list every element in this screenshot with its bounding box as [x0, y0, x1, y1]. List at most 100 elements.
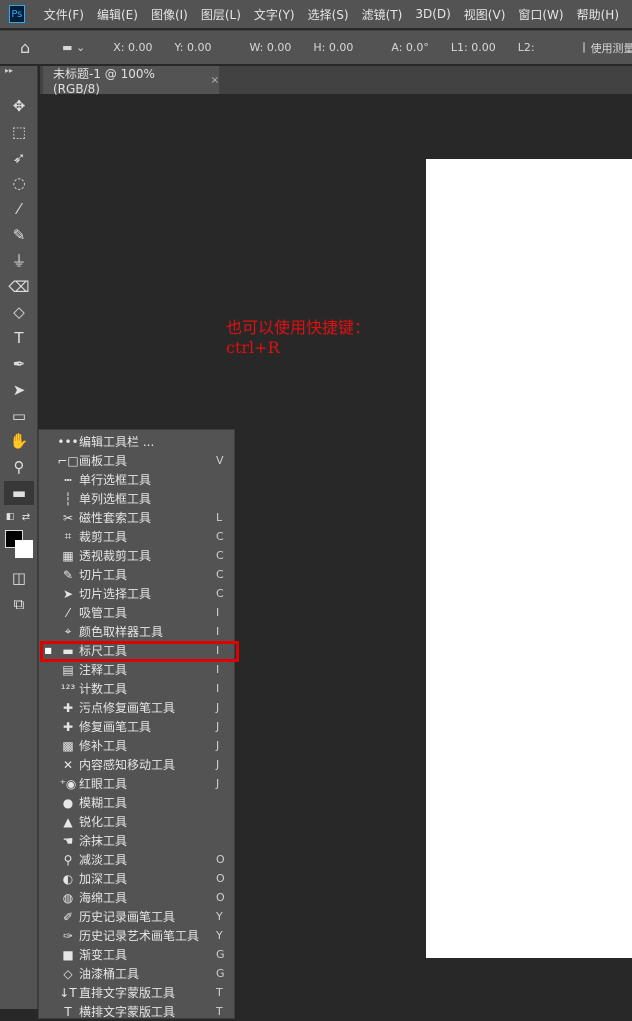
quick-select-tool[interactable]: ◌ [4, 171, 34, 195]
type-icon: T [14, 329, 24, 348]
tool-icon: ┆ [64, 491, 72, 506]
flyout-item[interactable]: ▩ 修补工具 J [39, 736, 234, 755]
h-readout: H: 0.00 [313, 41, 354, 54]
flyout-item[interactable]: ◐ 加深工具 O [39, 869, 234, 888]
rectangle-tool[interactable]: ▭ [4, 404, 34, 428]
brush-tool[interactable]: ✎ [4, 223, 34, 247]
tool-preset-picker[interactable]: ▬ ⌄ [62, 41, 85, 54]
flyout-item-label: 红眼工具 [79, 777, 128, 791]
flyout-item[interactable]: ✎ 切片工具 C [39, 565, 234, 584]
flyout-item-label: 渐变工具 [79, 948, 128, 962]
menu-item[interactable]: 视图(V) [464, 6, 506, 23]
flyout-item[interactable]: T 横排文字蒙版工具 T [39, 1002, 234, 1021]
flyout-item[interactable]: ● 模糊工具 [39, 793, 234, 812]
flyout-item[interactable]: ¹²³ 计数工具 I [39, 679, 234, 698]
tool-icon: ■ [62, 947, 74, 962]
menu-item[interactable]: 图像(I) [151, 6, 188, 23]
flyout-item[interactable]: ✕ 内容感知移动工具 J [39, 755, 234, 774]
flyout-item[interactable]: ◍ 海绵工具 O [39, 888, 234, 907]
flyout-item-label: 透视裁剪工具 [79, 549, 152, 563]
menu-item[interactable]: 滤镜(T) [362, 6, 403, 23]
flyout-item[interactable]: ⌖ 颜色取样器工具 I [39, 622, 234, 641]
use-measure-checkbox[interactable] [582, 42, 585, 53]
eyedropper-tool[interactable]: ⁄ [4, 197, 34, 221]
tool-icon: ✎ [62, 567, 74, 582]
marquee-tool[interactable]: ⬚ [4, 120, 34, 144]
flyout-item-label: 单行选框工具 [79, 473, 152, 487]
tool-icon: ✕ [62, 757, 74, 772]
flyout-item[interactable]: ┆ 单列选框工具 [39, 489, 234, 508]
flyout-item[interactable]: ■ 渐变工具 G [39, 945, 234, 964]
flyout-item[interactable]: ⌗ 裁剪工具 C [39, 527, 234, 546]
menu-item[interactable]: 编辑(E) [97, 6, 138, 23]
flyout-item-label: 减淡工具 [79, 853, 128, 867]
flyout-item-label: 修补工具 [79, 739, 128, 753]
paint-bucket-tool[interactable]: ◇ [4, 300, 34, 324]
menu-item[interactable]: 图层(L) [201, 6, 241, 23]
ruler-tool[interactable]: ▬ [4, 481, 34, 505]
quick-mask-icon[interactable]: ◫ [4, 566, 34, 590]
hand-tool[interactable]: ✋ [4, 429, 34, 453]
flyout-item[interactable]: ✚ 污点修复画笔工具 J [39, 698, 234, 717]
flyout-item[interactable]: ✚ 修复画笔工具 J [39, 717, 234, 736]
flyout-item[interactable]: ▦ 透视裁剪工具 C [39, 546, 234, 565]
pen-tool[interactable]: ✒ [4, 352, 34, 376]
stamp-tool[interactable]: ⏚ [4, 249, 34, 273]
background-color-swatch[interactable] [15, 540, 33, 558]
home-icon[interactable]: ⌂ [20, 38, 30, 57]
shortcut-key: C [216, 587, 224, 600]
flyout-item[interactable]: ◇ 油漆桶工具 G [39, 964, 234, 983]
flyout-item[interactable]: ⌐□ 画板工具 V [39, 451, 234, 470]
note-line-2: ctrl+R [226, 338, 280, 357]
type-tool[interactable]: T [4, 326, 34, 350]
flyout-item[interactable]: ⚲ 减淡工具 O [39, 850, 234, 869]
shortcut-key: I [216, 625, 220, 638]
menu-item[interactable]: 帮助(H) [577, 6, 619, 23]
document-canvas[interactable] [426, 159, 632, 958]
tool-icon: ✑ [62, 928, 74, 943]
shortcut-key: J [216, 701, 220, 714]
l1-readout: L1: 0.00 [450, 41, 496, 54]
menu-item[interactable]: 文件(F) [44, 6, 84, 23]
shortcut-key: O [216, 872, 225, 885]
flyout-item-label: 内容感知移动工具 [79, 758, 176, 772]
lasso-tool[interactable]: ➶ [4, 146, 34, 170]
menu-item[interactable]: 3D(D) [415, 7, 450, 21]
eraser-tool[interactable]: ⌫ [4, 275, 34, 299]
flyout-item[interactable]: ┅ 单行选框工具 [39, 470, 234, 489]
flyout-item[interactable]: ➤ 切片选择工具 C [39, 584, 234, 603]
shortcut-key: T [216, 1005, 223, 1018]
rectangle-icon: ▭ [11, 406, 27, 425]
flyout-item[interactable]: ••• 编辑工具栏 ... [39, 432, 234, 451]
tool-icon: ↓T [59, 985, 77, 1000]
zoom-tool[interactable]: ⚲ [4, 455, 34, 479]
flyout-item[interactable]: ✂ 磁性套索工具 L [39, 508, 234, 527]
flyout-item[interactable]: ✐ 历史记录画笔工具 Y [39, 907, 234, 926]
path-select-tool[interactable]: ➤ [4, 378, 34, 402]
w-readout: W: 0.00 [249, 41, 292, 54]
shortcut-key: L [216, 511, 223, 524]
flyout-item[interactable]: ↓T 直排文字蒙版工具 T [39, 983, 234, 1002]
shortcut-key: J [216, 739, 220, 752]
flyout-item-label: 历史记录画笔工具 [79, 910, 176, 924]
tool-icon: ⌗ [64, 529, 72, 543]
flyout-item[interactable]: ▤ 注释工具 I [39, 660, 234, 679]
menu-item[interactable]: 文字(Y) [254, 6, 295, 23]
menu-item[interactable]: 选择(S) [308, 6, 349, 23]
default-colors-icon[interactable]: ◧ [2, 510, 18, 524]
move-tool[interactable]: ✥ [4, 94, 34, 118]
flyout-item[interactable]: ✑ 历史记录艺术画笔工具 Y [39, 926, 234, 945]
swap-colors-icon[interactable]: ⇄ [18, 510, 34, 524]
flyout-item-label: 吸管工具 [79, 606, 128, 620]
flyout-item[interactable]: ☚ 涂抹工具 [39, 831, 234, 850]
flyout-item[interactable]: ⁄ 吸管工具 I [39, 603, 234, 622]
close-icon[interactable]: × [211, 75, 219, 86]
collapse-icon[interactable]: ▸▸ [5, 66, 13, 75]
shortcut-key: T [216, 986, 223, 999]
screen-mode-icon[interactable]: ⧉ [4, 592, 34, 616]
menu-item[interactable]: 窗口(W) [518, 6, 563, 23]
document-tab[interactable]: 未标题-1 @ 100%(RGB/8) × [43, 66, 219, 96]
flyout-item[interactable]: ⁺◉ 红眼工具 J [39, 774, 234, 793]
shortcut-key: C [216, 549, 224, 562]
flyout-item[interactable]: ▲ 锐化工具 [39, 812, 234, 831]
